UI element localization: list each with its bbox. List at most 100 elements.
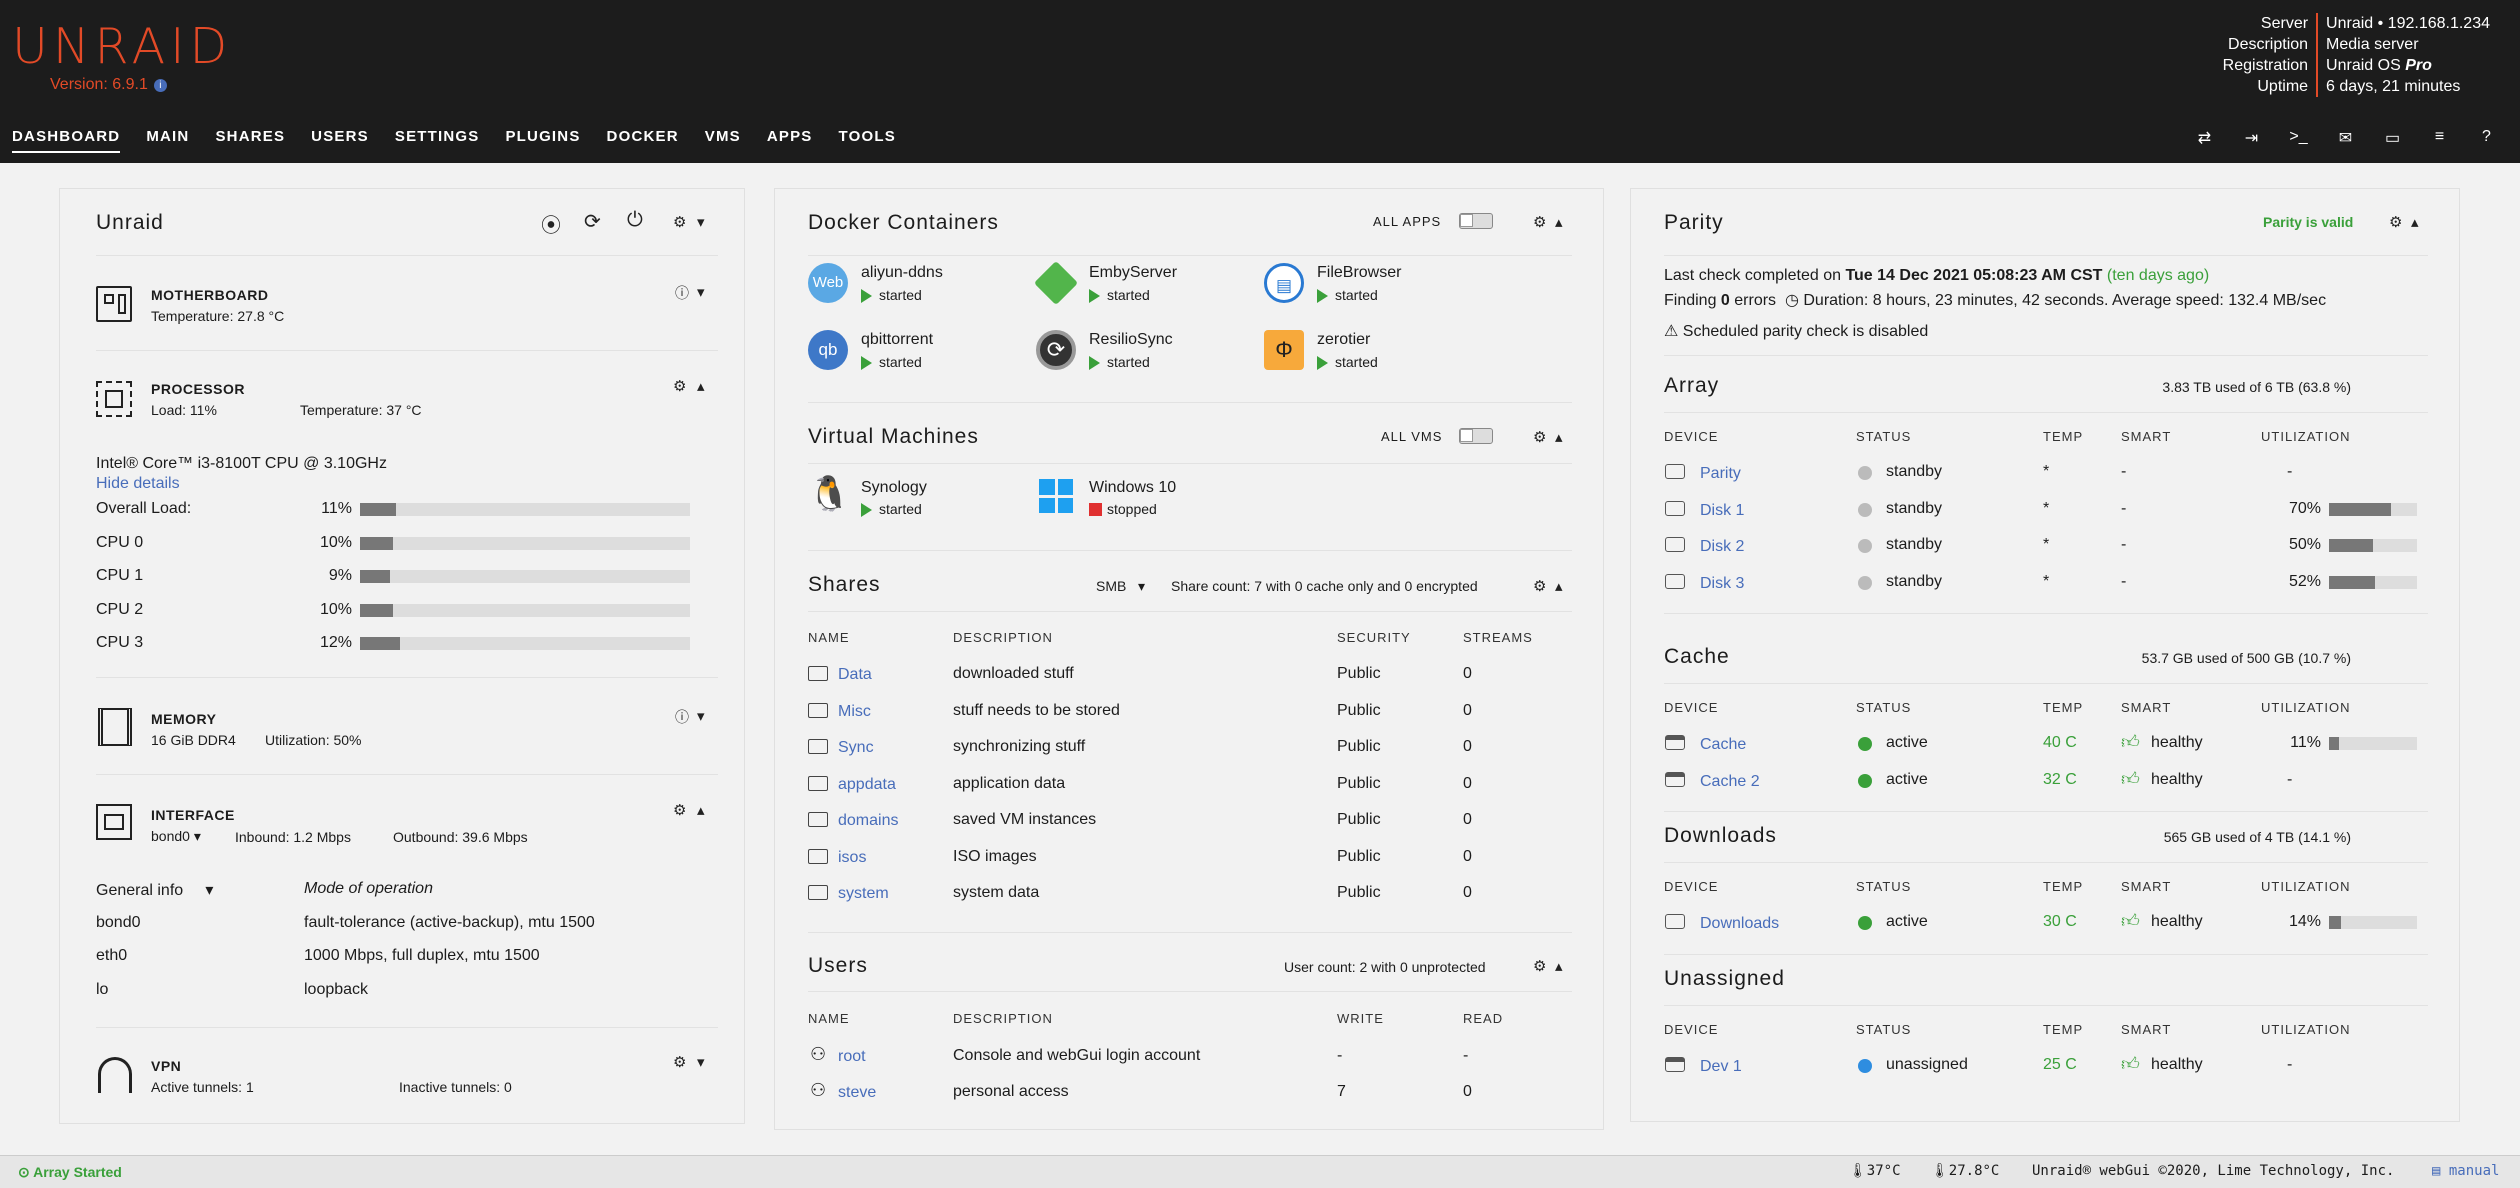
container-name[interactable]: ResilioSync: [1089, 331, 1173, 349]
tab-apps[interactable]: APPS: [767, 128, 813, 153]
gear-icon[interactable]: ⚙: [1533, 213, 1546, 231]
tab-users[interactable]: USERS: [311, 128, 369, 153]
manual-link[interactable]: ▤ manual: [2432, 1163, 2499, 1179]
divider: [1664, 613, 2428, 614]
log-icon[interactable]: ≡: [2416, 128, 2463, 148]
user-name[interactable]: steve: [838, 1084, 876, 1102]
monitor-icon[interactable]: ▭: [2369, 128, 2416, 148]
container-name[interactable]: FileBrowser: [1317, 264, 1401, 282]
container-name[interactable]: zerotier: [1317, 331, 1370, 349]
share-name[interactable]: Sync: [838, 739, 874, 757]
zerotier-icon[interactable]: Φ: [1264, 330, 1304, 370]
info-icon[interactable]: ⓘ: [675, 707, 689, 727]
interface-select[interactable]: bond0 ▾: [151, 828, 201, 845]
device-name[interactable]: Parity: [1700, 465, 1741, 483]
power-icon[interactable]: ⏻: [627, 209, 643, 232]
container-name[interactable]: EmbyServer: [1089, 264, 1177, 282]
gear-icon[interactable]: ⚙: [1533, 957, 1546, 975]
gear-icon[interactable]: ⚙: [673, 213, 686, 231]
interface-inbound: Inbound: 1.2 Mbps: [235, 829, 351, 845]
share-name[interactable]: domains: [838, 812, 898, 830]
protocol-select[interactable]: SMB ▾: [1096, 578, 1145, 595]
emby-icon[interactable]: [1033, 260, 1079, 306]
switch-icon[interactable]: ⇄: [2181, 128, 2228, 148]
gear-icon[interactable]: ⚙: [673, 801, 686, 819]
device-name[interactable]: Dev 1: [1700, 1058, 1742, 1076]
unraid-logo[interactable]: UNRAID: [12, 18, 232, 75]
hide-details-link[interactable]: Hide details: [96, 475, 180, 493]
divider: [808, 932, 1572, 933]
stop-icon[interactable]: ⦿: [541, 209, 561, 238]
qbittorrent-icon[interactable]: qb: [808, 330, 848, 370]
share-name[interactable]: isos: [838, 849, 866, 867]
chevron-down-icon[interactable]: ▾: [697, 213, 705, 231]
device-name[interactable]: Downloads: [1700, 915, 1779, 933]
device-temp: 25 C: [2043, 1056, 2077, 1073]
vms-title: Virtual Machines: [808, 425, 979, 448]
device-name[interactable]: Disk 2: [1700, 538, 1744, 556]
chevron-down-icon[interactable]: ▾: [697, 707, 705, 725]
logout-icon[interactable]: ⇥: [2228, 128, 2275, 148]
filebrowser-icon[interactable]: ▤: [1264, 263, 1304, 303]
server-value[interactable]: Unraid • 192.168.1.234: [2326, 13, 2490, 34]
gear-icon[interactable]: ⚙: [673, 1053, 686, 1071]
all-apps-toggle[interactable]: [1459, 213, 1493, 229]
gear-icon[interactable]: ⚙: [2389, 213, 2402, 231]
chevron-up-icon[interactable]: ▴: [1555, 957, 1563, 975]
cpu-label: Overall Load:: [96, 500, 192, 517]
chevron-down-icon[interactable]: ▾: [697, 283, 705, 301]
tab-dashboard[interactable]: DASHBOARD: [12, 128, 121, 153]
server-info: Server Description Registration Uptime U…: [2223, 13, 2490, 97]
chevron-up-icon[interactable]: ▴: [1555, 213, 1563, 231]
tab-main[interactable]: MAIN: [146, 128, 189, 153]
chevron-up-icon[interactable]: ▴: [697, 801, 705, 819]
cpu-temp: 🌡37°C: [1849, 1163, 1901, 1179]
tab-vms[interactable]: VMS: [705, 128, 741, 153]
share-name[interactable]: appdata: [838, 776, 896, 794]
divider: [1664, 953, 2428, 955]
tab-docker[interactable]: DOCKER: [607, 128, 679, 153]
chevron-up-icon[interactable]: ▴: [1555, 577, 1563, 595]
tab-tools[interactable]: TOOLS: [839, 128, 896, 153]
tab-shares[interactable]: SHARES: [215, 128, 285, 153]
info-icon[interactable]: ⓘ: [675, 283, 689, 303]
user-name[interactable]: root: [838, 1048, 866, 1066]
web-icon[interactable]: Web: [808, 263, 848, 303]
tab-plugins[interactable]: PLUGINS: [505, 128, 580, 153]
share-name[interactable]: Data: [838, 666, 872, 684]
vm-name[interactable]: Windows 10: [1089, 479, 1176, 497]
chevron-down-icon[interactable]: ▾: [697, 1053, 705, 1071]
terminal-icon[interactable]: >_: [2275, 128, 2322, 148]
chevron-up-icon[interactable]: ▴: [697, 377, 705, 395]
tab-settings[interactable]: SETTINGS: [395, 128, 480, 153]
vm-name[interactable]: Synology: [861, 479, 927, 497]
gear-icon[interactable]: ⚙: [1533, 577, 1546, 595]
col-name: NAME: [808, 630, 850, 645]
share-description: downloaded stuff: [953, 665, 1074, 682]
feedback-icon[interactable]: ✉: [2322, 128, 2369, 148]
container-name[interactable]: qbittorrent: [861, 331, 933, 349]
chevron-up-icon[interactable]: ▴: [1555, 428, 1563, 446]
info-icon[interactable]: i: [153, 79, 167, 92]
thermometer-icon: 🌡: [1849, 1163, 1867, 1179]
resilio-icon[interactable]: ⟳: [1036, 330, 1076, 370]
device-name[interactable]: Cache: [1700, 736, 1746, 754]
device-name[interactable]: Disk 1: [1700, 502, 1744, 520]
general-info-select[interactable]: General info ▾: [96, 880, 213, 900]
device-name[interactable]: Disk 3: [1700, 575, 1744, 593]
gear-icon[interactable]: ⚙: [673, 377, 686, 395]
linux-icon[interactable]: 🐧: [808, 474, 850, 514]
container-name[interactable]: aliyun-ddns: [861, 264, 943, 282]
version-label[interactable]: Version: 6.9.1 i: [50, 76, 167, 94]
registration-value[interactable]: Unraid OS Pro: [2326, 55, 2490, 76]
all-vms-toggle[interactable]: [1459, 428, 1493, 444]
reboot-icon[interactable]: ⟳: [584, 209, 601, 234]
chevron-up-icon[interactable]: ▴: [2411, 213, 2419, 231]
windows-icon[interactable]: [1039, 479, 1073, 513]
downloads-usage: 565 GB used of 4 TB (14.1 %): [2163, 829, 2351, 845]
help-icon[interactable]: ?: [2463, 128, 2510, 148]
share-name[interactable]: system: [838, 885, 889, 903]
gear-icon[interactable]: ⚙: [1533, 428, 1546, 446]
device-name[interactable]: Cache 2: [1700, 773, 1760, 791]
share-name[interactable]: Misc: [838, 703, 871, 721]
